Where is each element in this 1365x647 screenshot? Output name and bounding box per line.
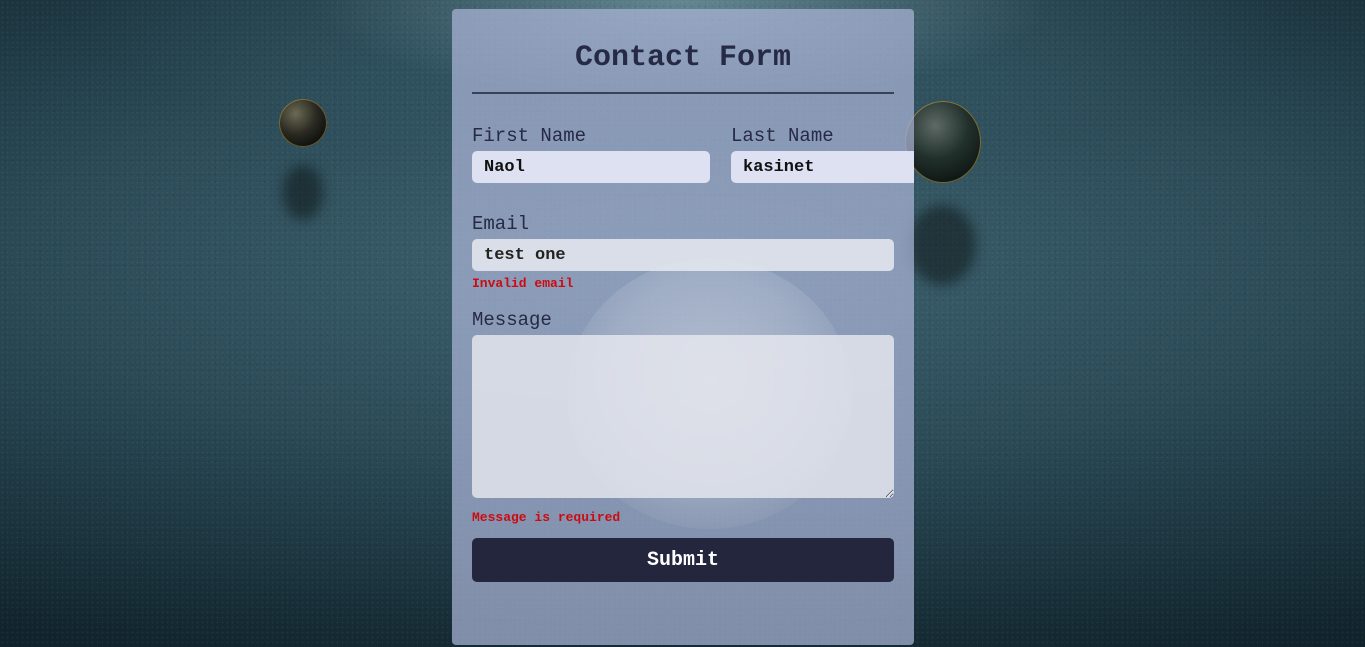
name-row: First Name Last Name: [472, 125, 914, 183]
email-input[interactable]: [472, 239, 894, 271]
sphere-reflection: [283, 165, 323, 220]
email-label: Email: [472, 213, 530, 235]
title-divider: [472, 92, 894, 94]
last-name-label: Last Name: [731, 125, 834, 147]
message-field: Message Message is required: [472, 309, 894, 525]
decorative-sphere: [279, 99, 327, 147]
email-field: Email Invalid email: [472, 213, 894, 291]
first-name-label: First Name: [472, 125, 587, 147]
last-name-field: Last Name: [731, 125, 914, 183]
decorative-sphere: [905, 101, 981, 183]
submit-button[interactable]: Submit: [472, 538, 894, 582]
last-name-input[interactable]: [731, 151, 914, 183]
contact-form-card: Contact Form First Name Last Name Email …: [452, 9, 914, 645]
email-error-message: Invalid email: [472, 276, 574, 291]
message-label: Message: [472, 309, 552, 331]
first-name-input[interactable]: [472, 151, 710, 183]
form-title: Contact Form: [574, 41, 792, 75]
message-error-message: Message is required: [472, 510, 621, 525]
message-textarea[interactable]: [472, 335, 894, 498]
sphere-reflection: [908, 205, 976, 285]
first-name-field: First Name: [472, 125, 710, 183]
